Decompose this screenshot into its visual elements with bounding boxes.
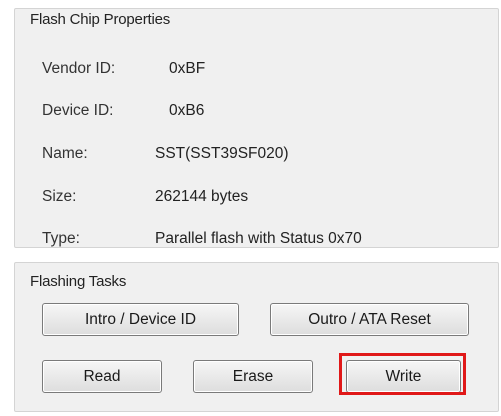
- chip-name-value: SST(SST39SF020): [155, 145, 289, 162]
- flash-chip-properties-title: Flash Chip Properties: [30, 11, 171, 28]
- intro-device-id-button[interactable]: Intro / Device ID: [42, 303, 239, 336]
- chip-size-label: Size:: [42, 188, 77, 205]
- chip-type-value: Parallel flash with Status 0x70: [155, 230, 362, 247]
- flash-tool-panel: Flash Chip Properties Vendor ID: 0xBF De…: [0, 0, 501, 416]
- chip-size-value: 262144 bytes: [155, 188, 249, 205]
- erase-button[interactable]: Erase: [193, 360, 313, 393]
- write-button[interactable]: Write: [346, 360, 461, 393]
- chip-type-label: Type:: [42, 230, 80, 247]
- outro-ata-reset-button[interactable]: Outro / ATA Reset: [270, 303, 469, 336]
- flashing-tasks-title: Flashing Tasks: [30, 273, 127, 290]
- vendor-id-value: 0xBF: [169, 60, 206, 77]
- read-button[interactable]: Read: [42, 360, 162, 393]
- chip-name-label: Name:: [42, 145, 88, 162]
- device-id-label: Device ID:: [42, 102, 114, 119]
- device-id-value: 0xB6: [169, 102, 205, 119]
- vendor-id-label: Vendor ID:: [42, 60, 116, 77]
- flash-chip-properties-group: Flash Chip Properties Vendor ID: 0xBF De…: [14, 8, 499, 248]
